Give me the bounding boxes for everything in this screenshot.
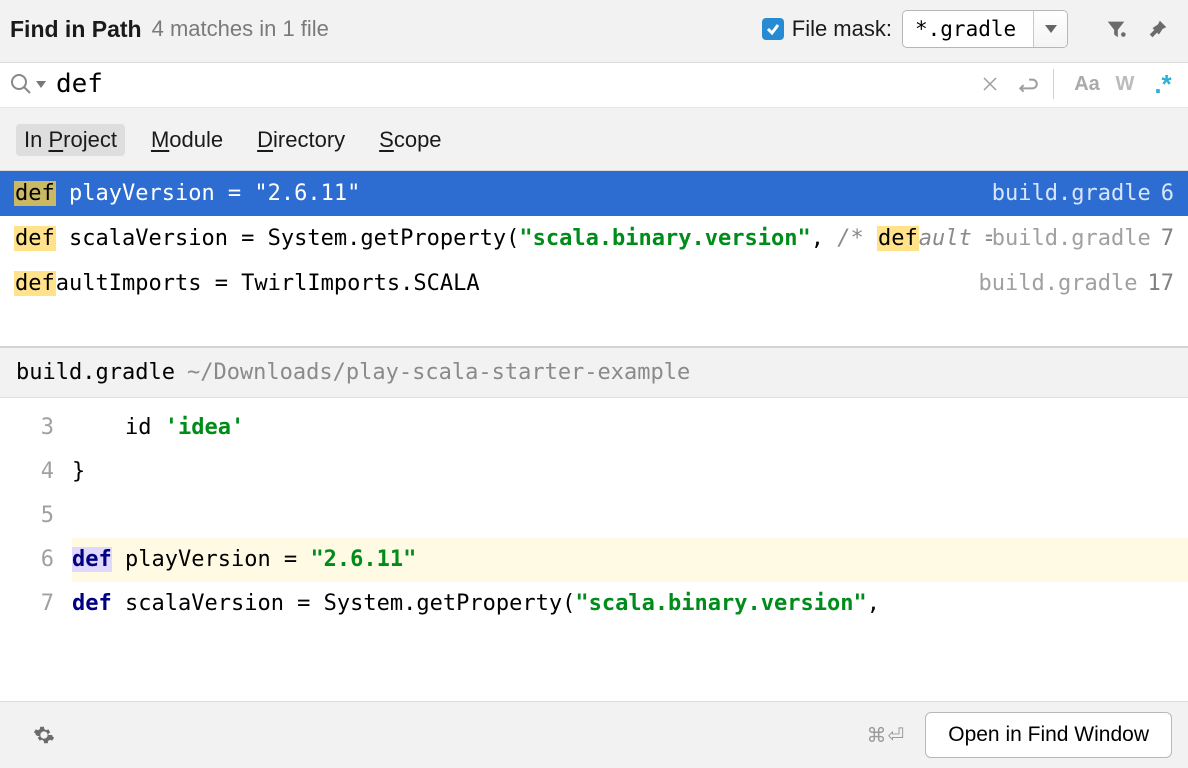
- filter-icon[interactable]: [1102, 15, 1130, 43]
- check-icon: [765, 21, 781, 37]
- filemask-dropdown[interactable]: [1033, 11, 1067, 47]
- scope-tabs: In Project Module Directory Scope: [0, 108, 1188, 171]
- preview-path: ~/Downloads/play-scala-starter-example: [187, 360, 690, 385]
- search-history-dropdown[interactable]: [36, 81, 46, 88]
- chevron-down-icon: [36, 81, 46, 88]
- search-icon: [10, 73, 32, 95]
- tab-in-project[interactable]: In Project: [16, 124, 125, 156]
- result-row[interactable]: def scalaVersion = System.getProperty("s…: [0, 216, 1188, 261]
- tab-module[interactable]: Module: [143, 124, 231, 156]
- filemask-field[interactable]: [902, 10, 1068, 48]
- results-list: def playVersion = "2.6.11"build.gradle6d…: [0, 171, 1188, 306]
- regex-toggle[interactable]: .*: [1148, 69, 1178, 99]
- filemask-input[interactable]: [903, 13, 1033, 45]
- newline-icon[interactable]: [1013, 69, 1043, 99]
- separator: [1053, 69, 1054, 99]
- clear-icon[interactable]: [975, 69, 1005, 99]
- match-case-toggle[interactable]: Aa: [1072, 69, 1102, 99]
- dialog-title: Find in Path: [10, 16, 142, 43]
- preview-file: build.gradle: [16, 360, 175, 385]
- match-count: 4 matches in 1 file: [152, 16, 762, 42]
- chevron-down-icon: [1044, 24, 1058, 34]
- whole-word-toggle[interactable]: W: [1110, 69, 1140, 99]
- filemask-label: File mask:: [792, 16, 892, 42]
- gear-icon[interactable]: [30, 721, 58, 749]
- result-row[interactable]: defaultImports = TwirlImports.SCALAbuild…: [0, 261, 1188, 306]
- open-in-find-window-button[interactable]: Open in Find Window: [925, 712, 1172, 758]
- header: Find in Path 4 matches in 1 file File ma…: [0, 0, 1188, 63]
- gutter: 34567: [0, 398, 72, 701]
- pin-icon[interactable]: [1144, 15, 1172, 43]
- bottom-bar: ⌘⏎ Open in Find Window: [0, 701, 1188, 768]
- code[interactable]: id 'idea'}def playVersion = "2.6.11"def …: [72, 398, 1188, 701]
- shortcut-hint: ⌘⏎: [866, 723, 905, 748]
- preview-header: build.gradle ~/Downloads/play-scala-star…: [0, 348, 1188, 398]
- search-input[interactable]: [56, 69, 967, 99]
- filemask-checkbox[interactable]: [762, 18, 784, 40]
- preview-pane: build.gradle ~/Downloads/play-scala-star…: [0, 346, 1188, 701]
- tab-scope[interactable]: Scope: [371, 124, 449, 156]
- tab-directory[interactable]: Directory: [249, 124, 353, 156]
- result-row[interactable]: def playVersion = "2.6.11"build.gradle6: [0, 171, 1188, 216]
- preview-editor[interactable]: 34567 id 'idea'}def playVersion = "2.6.1…: [0, 398, 1188, 701]
- search-row: Aa W .*: [0, 63, 1188, 108]
